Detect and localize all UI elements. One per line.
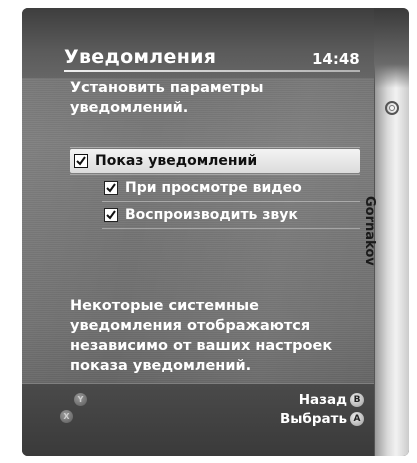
dashboard-window: Уведомления 14:48 Установить параметры у… [22, 8, 409, 456]
page-description: Установить параметры уведомлений. [70, 80, 264, 116]
back-action[interactable]: Назад B [299, 392, 364, 408]
page-title: Уведомления [64, 46, 217, 68]
option-show-notifications[interactable]: Показ уведомлений [70, 149, 360, 173]
checkbox-checked-icon [104, 208, 118, 222]
gamertag-label: Gornakov [362, 196, 409, 266]
select-action[interactable]: Выбрать A [280, 411, 364, 427]
divider [102, 201, 360, 202]
gamertag-text: Gornakov [362, 196, 377, 266]
option-label: Воспроизводить звук [125, 207, 298, 223]
blade-shadow [374, 8, 409, 88]
select-label: Выбрать [279, 411, 347, 427]
option-while-watching-video[interactable]: При просмотре видео [102, 176, 360, 200]
xbox-ring-icon [384, 100, 400, 120]
back-label: Назад [298, 392, 347, 408]
option-play-sound[interactable]: Воспроизводить звук [102, 203, 360, 227]
a-button-icon: A [350, 412, 364, 426]
header-divider [64, 70, 360, 72]
clock: 14:48 [312, 50, 360, 68]
divider [70, 174, 360, 175]
button-legend-bar: Y X Назад B Выбрать A [22, 383, 374, 456]
x-button-icon: X [60, 410, 73, 423]
checkbox-checked-icon [74, 154, 88, 168]
y-button-icon: Y [74, 393, 87, 406]
option-label: Показ уведомлений [95, 153, 258, 169]
info-note: Некоторые системные уведомления отобража… [70, 298, 333, 374]
divider [102, 228, 360, 229]
checkbox-checked-icon [104, 181, 118, 195]
divider [70, 147, 360, 148]
b-button-icon: B [350, 393, 364, 407]
notifications-panel: Уведомления 14:48 Установить параметры у… [22, 8, 374, 456]
option-label: При просмотре видео [125, 180, 302, 196]
